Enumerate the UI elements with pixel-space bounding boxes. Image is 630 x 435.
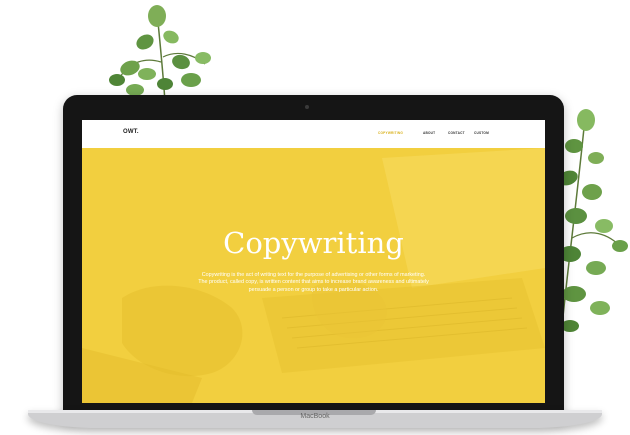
- nav-link-custom[interactable]: CUSTOM: [474, 131, 489, 135]
- laptop-screen: OWT. COPYWRITING ABOUT CONTACT CUSTOM Co…: [82, 120, 545, 403]
- hero-description-line: The product, called copy, is written con…: [198, 279, 429, 286]
- hero-section: Copywriting Copywriting is the act of wr…: [82, 148, 545, 403]
- plant-left-image: [105, 2, 225, 102]
- device-brand-label: MacBook: [300, 413, 330, 420]
- nav-link-copywriting[interactable]: COPYWRITING: [378, 131, 403, 135]
- webcam-dot: [305, 105, 309, 109]
- hero-description-line: Copywriting is the act of writing text f…: [201, 272, 426, 278]
- site-navbar: OWT. COPYWRITING ABOUT CONTACT CUSTOM: [82, 120, 545, 148]
- site-logo[interactable]: OWT.: [123, 129, 139, 135]
- nav-link-about[interactable]: ABOUT: [423, 131, 435, 135]
- hero-description: Copywriting is the act of writing text f…: [177, 272, 450, 294]
- hero-title: Copywriting: [223, 226, 404, 260]
- hero-description-line: persuade a person or group to take a par…: [248, 286, 379, 293]
- nav-link-contact[interactable]: CONTACT: [448, 131, 465, 135]
